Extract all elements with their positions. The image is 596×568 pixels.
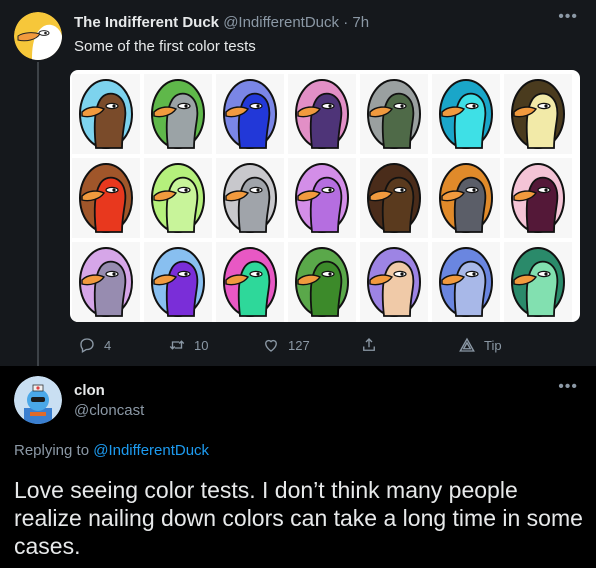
tweet-actions: 4 10 127 Tip	[74, 336, 514, 354]
duck-tile	[216, 242, 284, 322]
like-icon	[265, 339, 277, 352]
duck-tile	[72, 74, 140, 154]
duck-tile	[504, 158, 572, 238]
timestamp[interactable]: 7h	[352, 14, 369, 31]
reply-button[interactable]: 4	[78, 336, 111, 354]
reply-author-name[interactable]: clon	[74, 382, 105, 399]
tip-icon	[459, 337, 475, 352]
duck-tile	[504, 242, 572, 322]
duck-tile	[288, 242, 356, 322]
tweet[interactable]: The Indifferent Duck @IndifferentDuck · …	[0, 0, 596, 366]
reply-count: 4	[104, 337, 112, 353]
duck-tile	[432, 158, 500, 238]
replying-to-link[interactable]: @IndifferentDuck	[93, 442, 209, 459]
duck-tile	[216, 74, 284, 154]
duck-tile	[360, 74, 428, 154]
reply-icon	[80, 338, 94, 353]
share-icon	[363, 338, 375, 351]
replying-to: Replying to @IndifferentDuck	[14, 442, 209, 459]
duck-tile	[360, 242, 428, 322]
duck-tile	[144, 158, 212, 238]
avatar[interactable]	[14, 12, 62, 60]
retweet-count: 10	[194, 337, 209, 353]
tweet-text: Some of the first color tests	[74, 38, 256, 55]
like-count: 127	[288, 337, 310, 353]
tweet-media[interactable]	[70, 70, 580, 322]
separator: ·	[343, 14, 349, 31]
author-name[interactable]: The Indifferent Duck	[74, 14, 219, 31]
duck-tile	[72, 242, 140, 322]
author-handle[interactable]: @IndifferentDuck	[223, 14, 339, 31]
duck-tile	[504, 74, 572, 154]
duck-tile	[144, 74, 212, 154]
duck-tile	[288, 158, 356, 238]
tip-label: Tip	[484, 337, 502, 353]
reply-text: Love seeing color tests. I don’t think m…	[14, 477, 583, 559]
retweet-button[interactable]: 10	[168, 336, 208, 354]
thread-line	[37, 62, 39, 366]
duck-tile	[216, 158, 284, 238]
duck-tile	[432, 74, 500, 154]
like-button[interactable]: 127	[262, 336, 310, 354]
tip-button[interactable]: Tip	[458, 336, 502, 354]
duck-tile	[72, 158, 140, 238]
more-icon[interactable]: •••	[558, 8, 578, 26]
replying-prefix: Replying to	[14, 442, 90, 459]
reply-author-handle[interactable]: @cloncast	[74, 402, 144, 419]
duck-tile	[144, 242, 212, 322]
tweet-header: The Indifferent Duck @IndifferentDuck · …	[74, 14, 369, 31]
duck-tile	[360, 158, 428, 238]
duck-grid	[72, 74, 572, 322]
duck-tile	[288, 74, 356, 154]
more-icon[interactable]: •••	[558, 378, 578, 396]
reply-avatar[interactable]	[14, 376, 62, 424]
reply-tweet[interactable]: clon @cloncast ••• Replying to @Indiffer…	[0, 366, 596, 568]
retweet-icon	[169, 340, 185, 350]
duck-tile	[432, 242, 500, 322]
share-button[interactable]	[360, 336, 378, 354]
